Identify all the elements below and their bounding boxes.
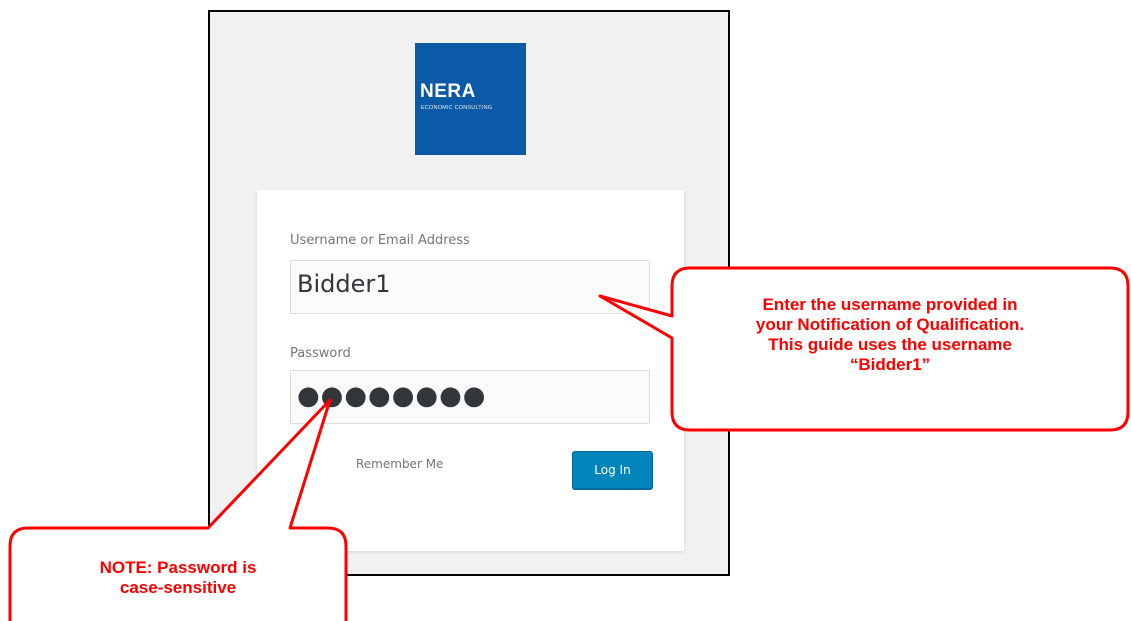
password-callout-text: NOTE: Password is case-sensitive [13,558,343,598]
username-callout-line: This guide uses the username [768,335,1012,354]
username-callout-line: Enter the username provided in [762,295,1018,314]
username-callout-line: “Bidder1” [849,355,931,374]
username-callout-text: Enter the username provided in your Noti… [672,295,1108,375]
username-callout-line: your Notification of Qualification. [755,315,1025,334]
password-callout-line: case-sensitive [119,578,237,597]
password-callout-line: NOTE: Password is [99,558,257,577]
